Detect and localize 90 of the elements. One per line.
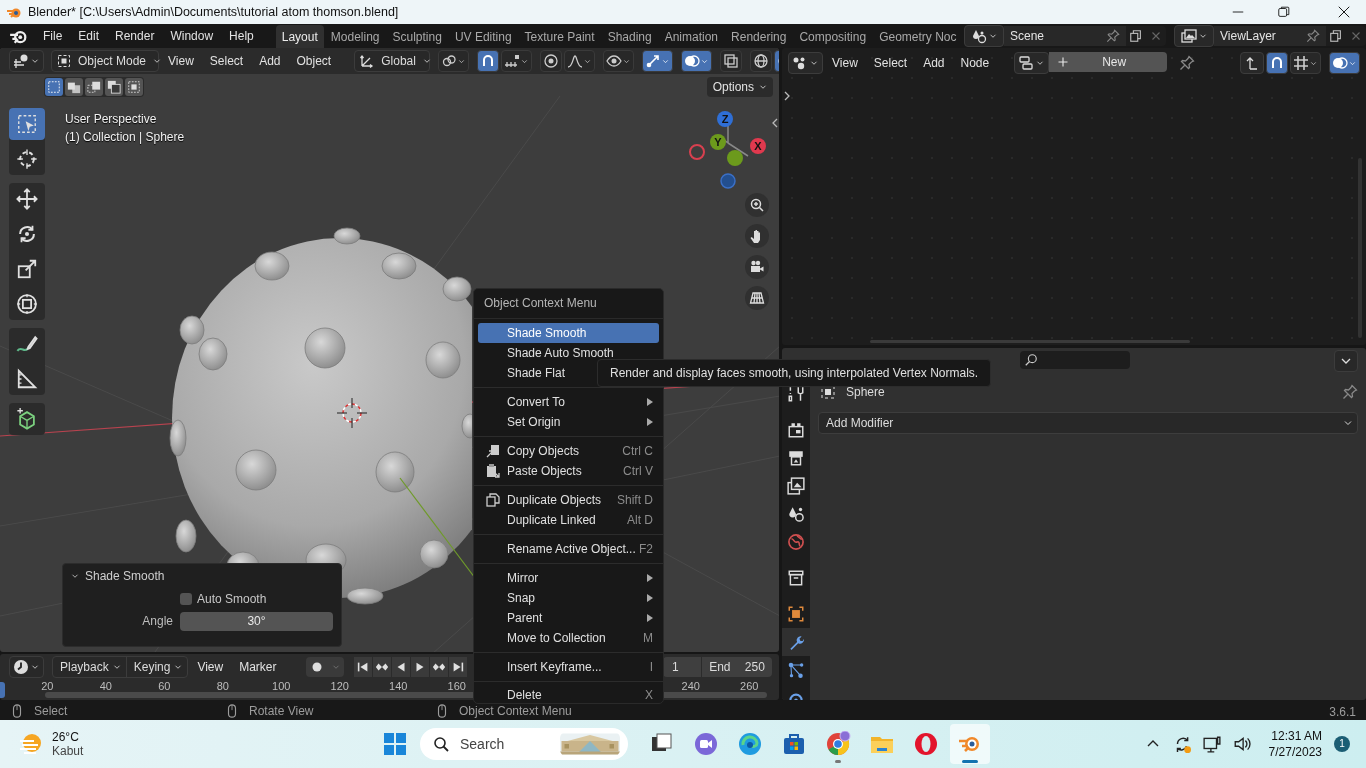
hint-text: Select	[34, 704, 68, 718]
menu-item[interactable]: Insert Keyframe... I	[478, 657, 659, 677]
version-label: 3.6.1	[1329, 705, 1356, 719]
clock-date[interactable]: 7/27/2023	[1268, 744, 1322, 760]
menu-item[interactable]: Select	[866, 56, 915, 70]
checkbox-label: Auto Smooth	[197, 592, 267, 606]
frame-number: 60	[157, 680, 172, 692]
add-modifier-dropdown[interactable]: Add Modifier	[818, 412, 1358, 434]
menu-title: Object Context Menu	[474, 289, 663, 319]
menu-item[interactable]: Move to Collection M	[478, 628, 659, 648]
viewport-info: (1) Collection | Sphere	[65, 129, 185, 146]
menu-item[interactable]: Parent	[478, 608, 659, 628]
menu-item[interactable]: Select	[202, 54, 251, 68]
shortcut-label: F2	[639, 542, 653, 556]
menu-item[interactable]: Node	[953, 56, 997, 70]
menu-item[interactable]: Render	[107, 29, 163, 43]
mode-dropdown[interactable]: Object Mode	[51, 50, 159, 72]
workspace-tab[interactable]: Modeling	[324, 25, 386, 48]
menu-item[interactable]: Duplicate Objects Shift D	[478, 490, 659, 510]
orientation-dropdown[interactable]: Global	[354, 50, 431, 72]
menu-item[interactable]: Delete X	[478, 686, 659, 703]
menu-item[interactable]: Shade Smooth	[478, 323, 659, 343]
options-dropdown[interactable]: Options	[706, 77, 773, 97]
window-title: Blender* [C:\Users\Admin\Documents\tutorial atom thomson.blend]	[28, 5, 399, 19]
menu-item[interactable]: Help	[221, 29, 262, 43]
workspace-tab[interactable]: UV Editing	[448, 25, 518, 48]
menu-item[interactable]: Object	[289, 54, 339, 68]
shortcut-label: Ctrl V	[623, 464, 653, 478]
axis-handle[interactable]: X	[750, 138, 766, 154]
menu-item[interactable]: Rename Active Object... F2	[478, 539, 659, 559]
weather-condition: Kabut	[52, 744, 84, 758]
frame-number: 20	[40, 680, 55, 692]
hint-text: Rotate View	[249, 704, 314, 718]
shortcut-label: Shift D	[617, 493, 653, 507]
tooltip: Render and display faces smooth, using interpolated Vertex Normals.	[597, 359, 992, 387]
frame-number: 260	[739, 680, 760, 692]
notification-badge[interactable]: 1	[1334, 736, 1350, 752]
frame-number: 80	[215, 680, 230, 692]
scene-field[interactable]: Scene	[1004, 26, 1126, 46]
start-frame-field[interactable]: 1	[663, 657, 701, 677]
frame-number: 40	[98, 680, 113, 692]
menu-item[interactable]: Convert To	[478, 392, 659, 412]
hint-text: Object Context Menu	[459, 704, 572, 718]
menu-item[interactable]: File	[35, 29, 71, 43]
menu-item[interactable]: Window	[162, 29, 222, 43]
menu-item[interactable]: Add	[252, 54, 288, 68]
menu-dropdown[interactable]: Playback	[53, 657, 126, 677]
field-label: Angle	[141, 614, 173, 628]
menu-item[interactable]: Copy Objects Ctrl C	[478, 441, 659, 461]
workspace-tab[interactable]: Compositing	[793, 25, 873, 48]
workspace-tab[interactable]: Animation	[658, 25, 725, 48]
temperature: 26°C	[52, 730, 80, 744]
menu-item[interactable]: View	[190, 660, 231, 674]
end-frame-field[interactable]: End 250	[701, 657, 772, 677]
workspace-tab[interactable]: Layout	[275, 25, 324, 48]
shortcut-label: Alt D	[627, 513, 653, 527]
workspace-tab[interactable]: Shading	[601, 25, 658, 48]
menu-item[interactable]: Set Origin	[478, 412, 659, 432]
menu-item[interactable]: View	[825, 56, 865, 70]
frame-number: 240	[680, 680, 701, 692]
menu-item[interactable]: Add	[916, 56, 952, 70]
axis-handle[interactable]: Y	[710, 134, 726, 150]
workspace-tab[interactable]: Sculpting	[386, 25, 448, 48]
axis-handle[interactable]: Z	[717, 111, 733, 127]
frame-number: 160	[446, 680, 467, 692]
workspace-tab[interactable]: Rendering	[725, 25, 793, 48]
workspace-tab[interactable]: Geometry Noc	[873, 25, 963, 48]
workspace-tab[interactable]: Texture Paint	[518, 25, 601, 48]
menu-item[interactable]: Mirror	[478, 568, 659, 588]
view-layer-field[interactable]: ViewLayer	[1214, 26, 1326, 46]
clock-time[interactable]: 12:31 AM	[1271, 728, 1322, 744]
shortcut-label: I	[649, 660, 653, 674]
shortcut-label: X	[645, 687, 653, 702]
shortcut-label: M	[643, 631, 653, 645]
menu-item[interactable]: Paste Objects Ctrl V	[478, 461, 659, 481]
viewport-info: User Perspective	[65, 111, 158, 128]
frame-number: 120	[329, 680, 350, 692]
menu-dropdown[interactable]: Keying	[125, 657, 188, 677]
panel-header[interactable]: Shade Smooth	[63, 564, 177, 588]
frame-number: 100	[271, 680, 292, 692]
angle-field[interactable]: 30°	[180, 611, 333, 631]
menu-item[interactable]: Duplicate Linked Alt D	[478, 510, 659, 530]
new-button[interactable]: New	[1049, 52, 1168, 72]
frame-number: 140	[388, 680, 409, 692]
menu-item[interactable]: Snap	[478, 588, 659, 608]
shortcut-label: Ctrl C	[622, 444, 653, 458]
menu-item[interactable]: Edit	[70, 29, 108, 43]
object-name: Sphere	[846, 385, 886, 399]
menu-item[interactable]: Marker	[232, 660, 284, 674]
menu-item[interactable]: View	[161, 54, 201, 68]
